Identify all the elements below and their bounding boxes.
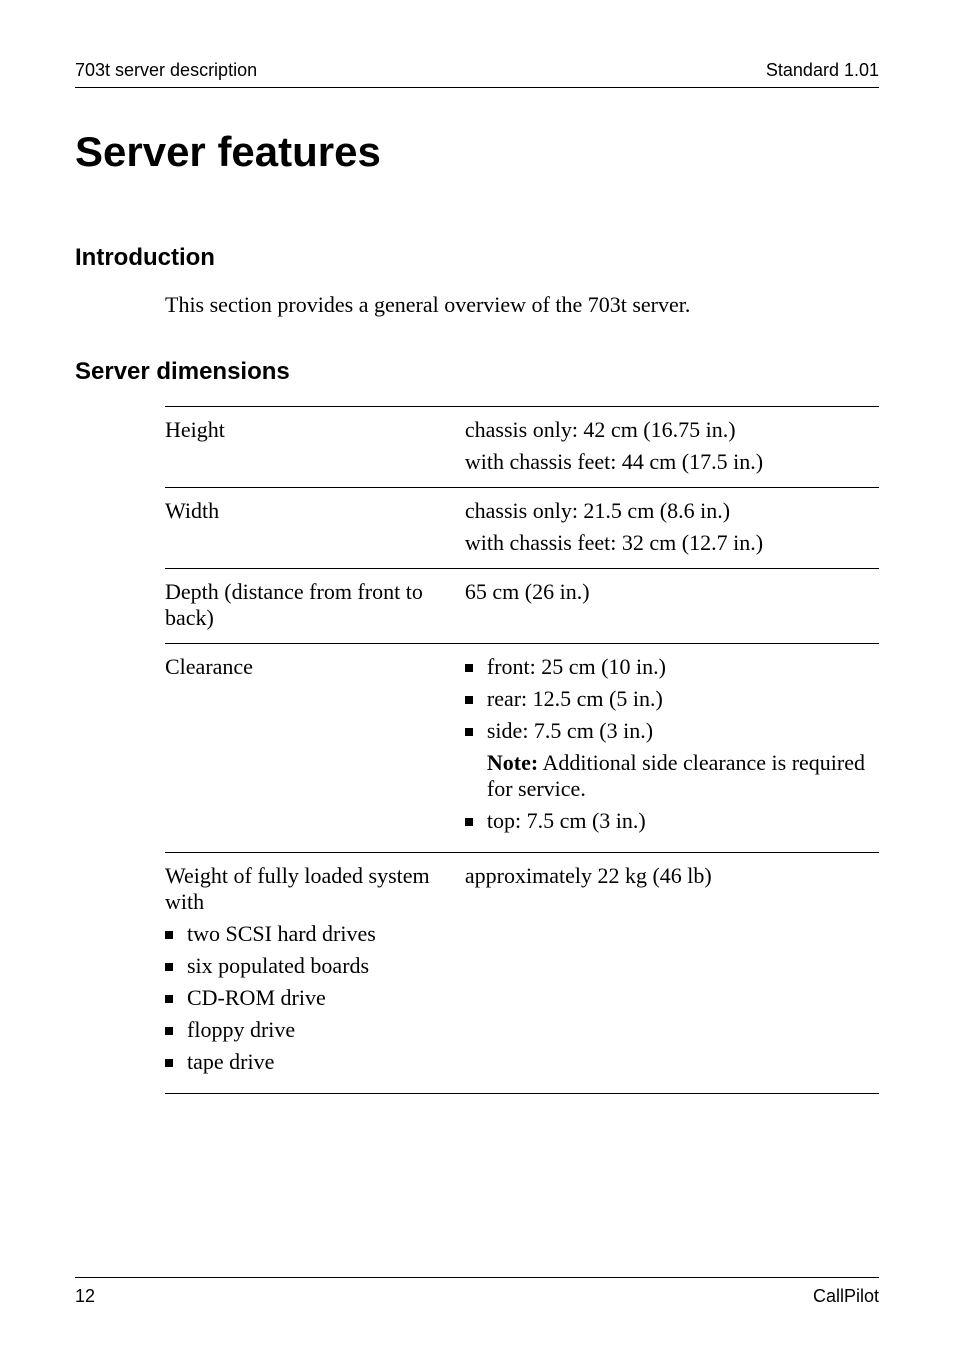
weight-list: two SCSI hard drives six populated board… (165, 921, 455, 1075)
footer-product-name: CallPilot (813, 1286, 879, 1307)
clearance-top: top: 7.5 cm (3 in.) (465, 808, 879, 834)
header-right: Standard 1.01 (766, 60, 879, 81)
weight-item-5: tape drive (165, 1049, 455, 1075)
table-row: Weight of fully loaded system with two S… (165, 853, 879, 1094)
weight-item-2: six populated boards (165, 953, 455, 979)
width-label: Width (165, 498, 465, 556)
clearance-side: side: 7.5 cm (3 in.) (465, 718, 879, 744)
height-label: Height (165, 417, 465, 475)
clearance-list: front: 25 cm (10 in.) rear: 12.5 cm (5 i… (465, 654, 879, 744)
width-line1: chassis only: 21.5 cm (8.6 in.) (465, 498, 879, 524)
weight-label-cell: Weight of fully loaded system with two S… (165, 863, 465, 1081)
table-row: Clearance front: 25 cm (10 in.) rear: 12… (165, 644, 879, 853)
width-line2: with chassis feet: 32 cm (12.7 in.) (465, 530, 879, 556)
dimensions-table: Height chassis only: 42 cm (16.75 in.) w… (165, 406, 879, 1094)
clearance-front: front: 25 cm (10 in.) (465, 654, 879, 680)
clearance-note: Note: Additional side clearance is requi… (465, 750, 879, 802)
weight-value: approximately 22 kg (46 lb) (465, 863, 879, 1081)
depth-value: 65 cm (26 in.) (465, 579, 879, 631)
weight-item-1: two SCSI hard drives (165, 921, 455, 947)
page-footer: 12 CallPilot (75, 1277, 879, 1307)
height-line1: chassis only: 42 cm (16.75 in.) (465, 417, 879, 443)
height-value: chassis only: 42 cm (16.75 in.) with cha… (465, 417, 879, 475)
depth-label: Depth (distance from front to back) (165, 579, 465, 631)
clearance-value: front: 25 cm (10 in.) rear: 12.5 cm (5 i… (465, 654, 879, 840)
introduction-body: This section provides a general overview… (165, 292, 879, 318)
weight-item-4: floppy drive (165, 1017, 455, 1043)
note-rest: Additional side clearance is required fo… (487, 750, 865, 801)
width-value: chassis only: 21.5 cm (8.6 in.) with cha… (465, 498, 879, 556)
weight-intro: Weight of fully loaded system with (165, 863, 455, 915)
note-bold: Note: (487, 750, 538, 775)
table-row: Height chassis only: 42 cm (16.75 in.) w… (165, 407, 879, 488)
introduction-heading: Introduction (75, 244, 879, 272)
server-dimensions-heading: Server dimensions (75, 358, 879, 386)
header-left: 703t server description (75, 60, 257, 81)
weight-item-3: CD-ROM drive (165, 985, 455, 1011)
height-line2: with chassis feet: 44 cm (17.5 in.) (465, 449, 879, 475)
table-row: Depth (distance from front to back) 65 c… (165, 569, 879, 644)
page-header: 703t server description Standard 1.01 (75, 60, 879, 88)
clearance-label: Clearance (165, 654, 465, 840)
table-row: Width chassis only: 21.5 cm (8.6 in.) wi… (165, 488, 879, 569)
clearance-list-2: top: 7.5 cm (3 in.) (465, 808, 879, 834)
clearance-rear: rear: 12.5 cm (5 in.) (465, 686, 879, 712)
page-title: Server features (75, 128, 879, 176)
footer-page-number: 12 (75, 1286, 95, 1307)
